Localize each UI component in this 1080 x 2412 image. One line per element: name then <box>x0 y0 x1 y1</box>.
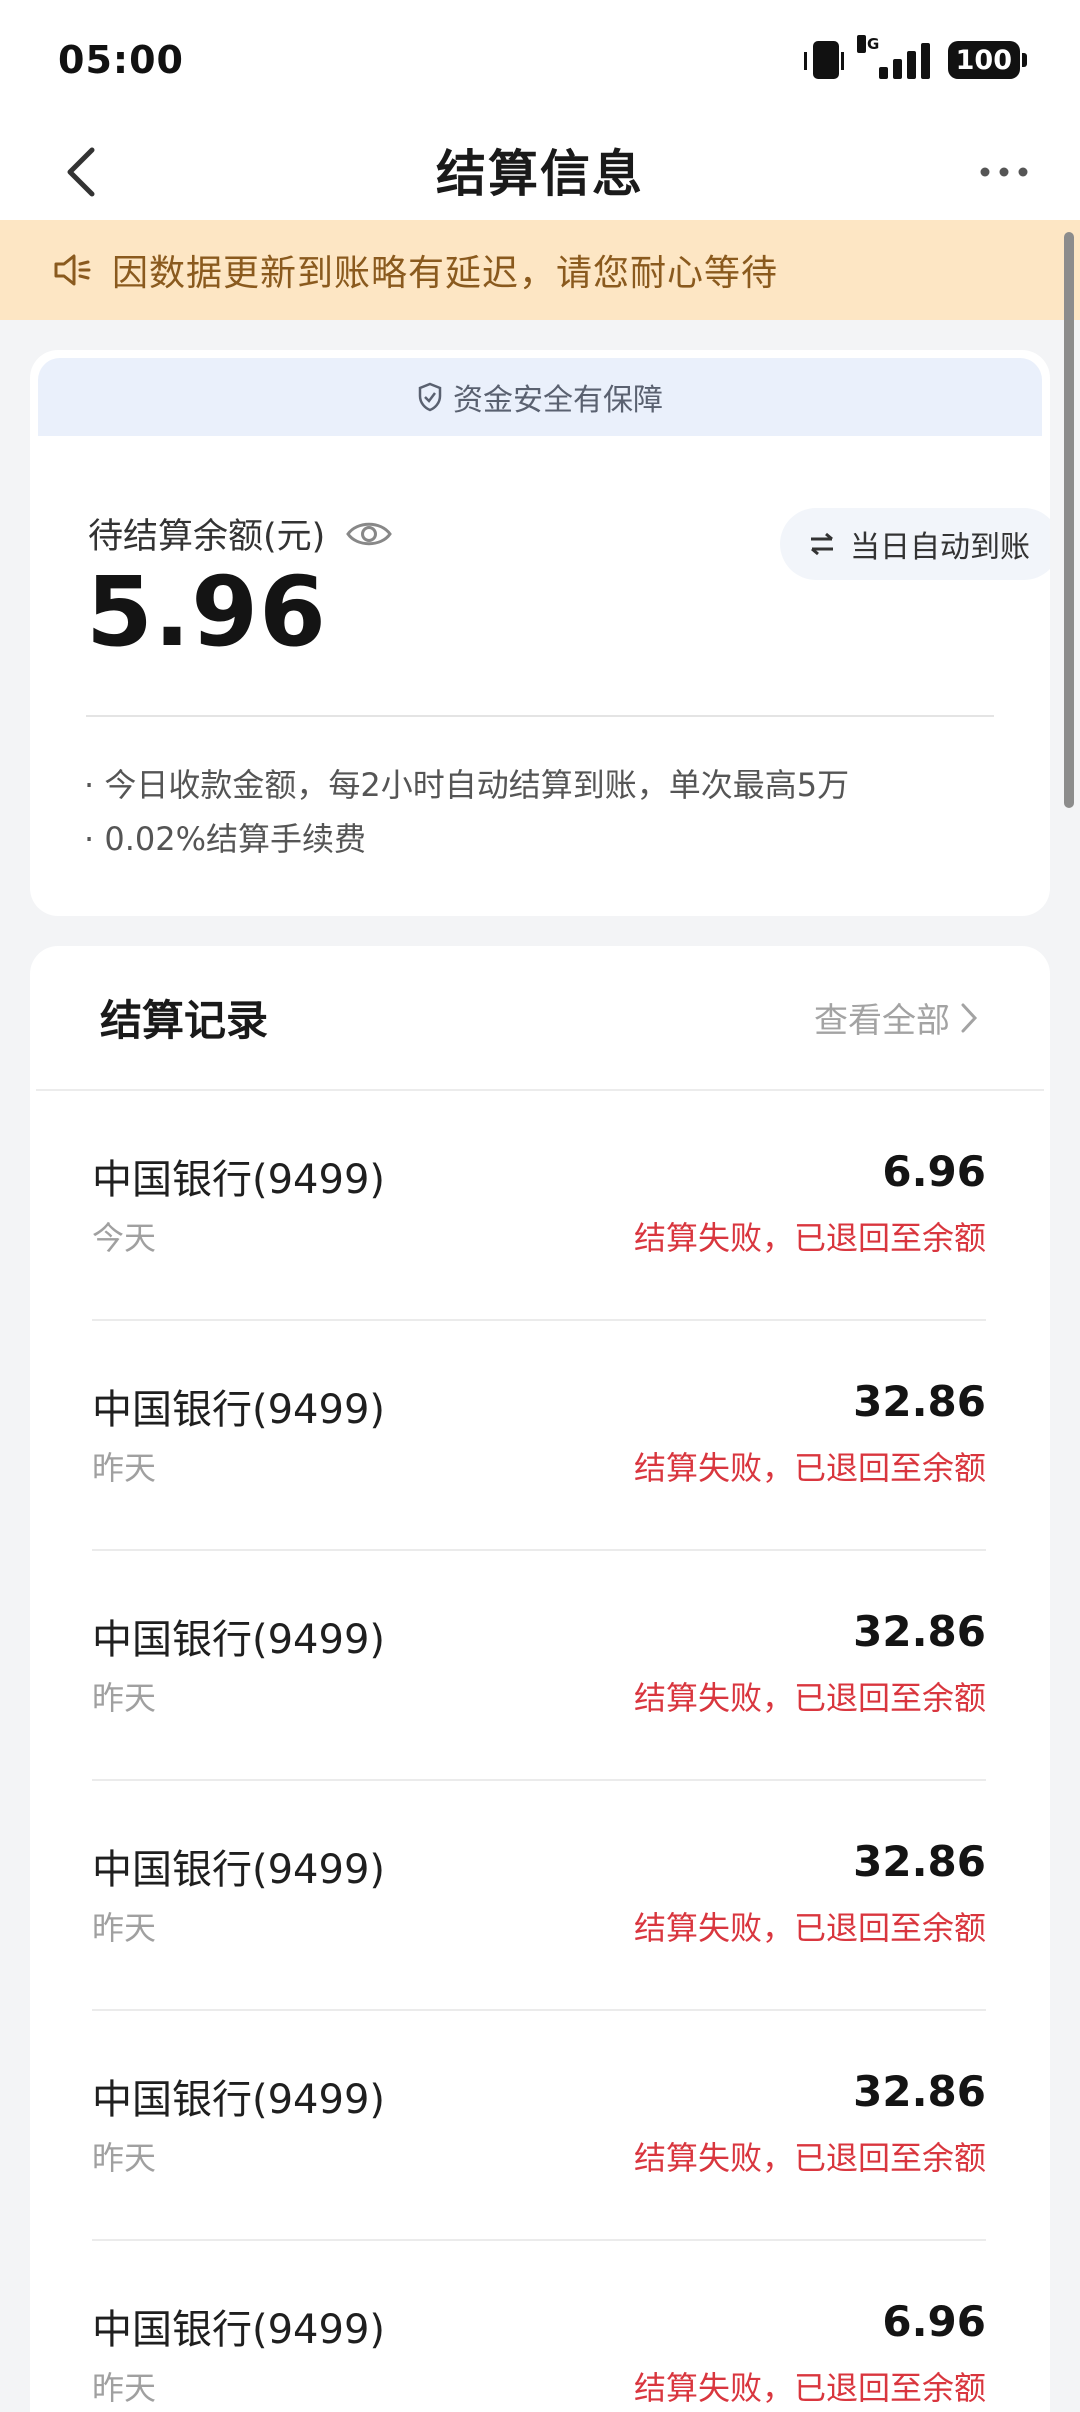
chevron-left-icon <box>67 147 95 197</box>
record-date: 昨天 <box>92 1449 157 1487</box>
status-bar: 05:00 5G 100 <box>0 0 1080 120</box>
record-status: 结算失败，已退回至余额 <box>633 2369 986 2407</box>
back-button[interactable] <box>52 142 112 202</box>
record-date: 昨天 <box>92 2369 157 2407</box>
record-status: 结算失败，已退回至余额 <box>633 1679 986 1717</box>
record-item[interactable]: 中国银行(9499) 昨天 32.86 结算失败，已退回至余额 <box>92 2011 986 2241</box>
safety-banner: 资金安全有保障 <box>38 358 1042 436</box>
settlement-tip: · 今日收款金额，每2小时自动结算到账，单次最高5万 <box>84 766 850 804</box>
more-button[interactable] <box>964 142 1044 202</box>
chevron-right-icon <box>961 1003 978 1032</box>
notice-text: 因数据更新到账略有延迟，请您耐心等待 <box>112 253 779 294</box>
record-status: 结算失败，已退回至余额 <box>633 1909 986 1947</box>
record-bank: 中国银行(9499) <box>92 1387 386 1433</box>
divider <box>86 715 994 717</box>
view-all-label: 查看全部 <box>814 1001 950 1041</box>
fee-tip: · 0.02%结算手续费 <box>84 820 367 858</box>
vibrate-icon <box>803 41 844 79</box>
record-bank: 中国银行(9499) <box>92 1157 386 1203</box>
transfer-arrows-icon <box>811 532 833 556</box>
record-bank: 中国银行(9499) <box>92 2307 386 2353</box>
record-item[interactable]: 中国银行(9499) 昨天 32.86 结算失败，已退回至余额 <box>92 1551 986 1781</box>
view-all-link[interactable]: 查看全部 <box>814 993 978 1042</box>
record-date: 昨天 <box>92 2139 157 2177</box>
eye-icon[interactable] <box>345 517 393 551</box>
speaker-icon <box>54 254 91 286</box>
record-amount: 6.96 <box>882 1147 986 1196</box>
records-header: 结算记录 查看全部 <box>36 946 1044 1091</box>
record-bank: 中国银行(9499) <box>92 1847 386 1893</box>
record-date: 昨天 <box>92 1909 157 1947</box>
record-status: 结算失败，已退回至余额 <box>633 1449 986 1487</box>
auto-settle-label: 当日自动到账 <box>850 530 1030 565</box>
balance-card: 资金安全有保障 待结算余额(元) 5.96 当日自动到账 · 今日收款金额，每2… <box>30 350 1050 916</box>
balance-label-row: 待结算余额(元) <box>88 508 393 559</box>
notice-banner: 因数据更新到账略有延迟，请您耐心等待 <box>0 220 1080 320</box>
record-status: 结算失败，已退回至余额 <box>633 2139 986 2177</box>
record-item[interactable]: 中国银行(9499) 昨天 32.86 结算失败，已退回至余额 <box>92 1321 986 1551</box>
balance-label: 待结算余额(元) <box>88 517 326 557</box>
balance-amount: 5.96 <box>86 556 327 668</box>
record-item[interactable]: 中国银行(9499) 今天 6.96 结算失败，已退回至余额 <box>92 1091 986 1321</box>
status-time: 05:00 <box>58 38 184 82</box>
records-title: 结算记录 <box>100 996 269 1045</box>
more-dots-icon <box>980 167 1028 177</box>
status-icons: 5G 100 <box>803 35 1028 79</box>
record-amount: 32.86 <box>853 2067 986 2116</box>
auto-settle-button[interactable]: 当日自动到账 <box>780 508 1050 580</box>
record-bank: 中国银行(9499) <box>92 2077 386 2123</box>
record-date: 昨天 <box>92 1679 157 1717</box>
record-amount: 32.86 <box>853 1837 986 1886</box>
network-type: 5G <box>856 35 880 53</box>
page-title: 结算信息 <box>436 145 644 203</box>
record-amount: 6.96 <box>882 2297 986 2346</box>
record-amount: 32.86 <box>853 1607 986 1656</box>
record-status: 结算失败，已退回至余额 <box>633 1219 986 1257</box>
record-date: 今天 <box>92 1219 157 1257</box>
records-card: 结算记录 查看全部 中国银行(9499) 今天 6.96 结算失败，已退回至余额… <box>30 946 1050 2412</box>
record-item[interactable]: 中国银行(9499) 昨天 32.86 结算失败，已退回至余额 <box>92 1781 986 2011</box>
nav-bar: 结算信息 <box>0 120 1080 220</box>
record-bank: 中国银行(9499) <box>92 1617 386 1663</box>
shield-icon <box>418 382 442 412</box>
record-amount: 32.86 <box>853 1377 986 1426</box>
signal-icon: 5G <box>856 35 930 79</box>
scrollbar[interactable] <box>1064 232 1074 808</box>
safety-text: 资金安全有保障 <box>453 383 663 418</box>
record-item[interactable]: 中国银行(9499) 昨天 6.96 结算失败，已退回至余额 <box>92 2241 986 2412</box>
battery-icon: 100 <box>947 41 1028 79</box>
